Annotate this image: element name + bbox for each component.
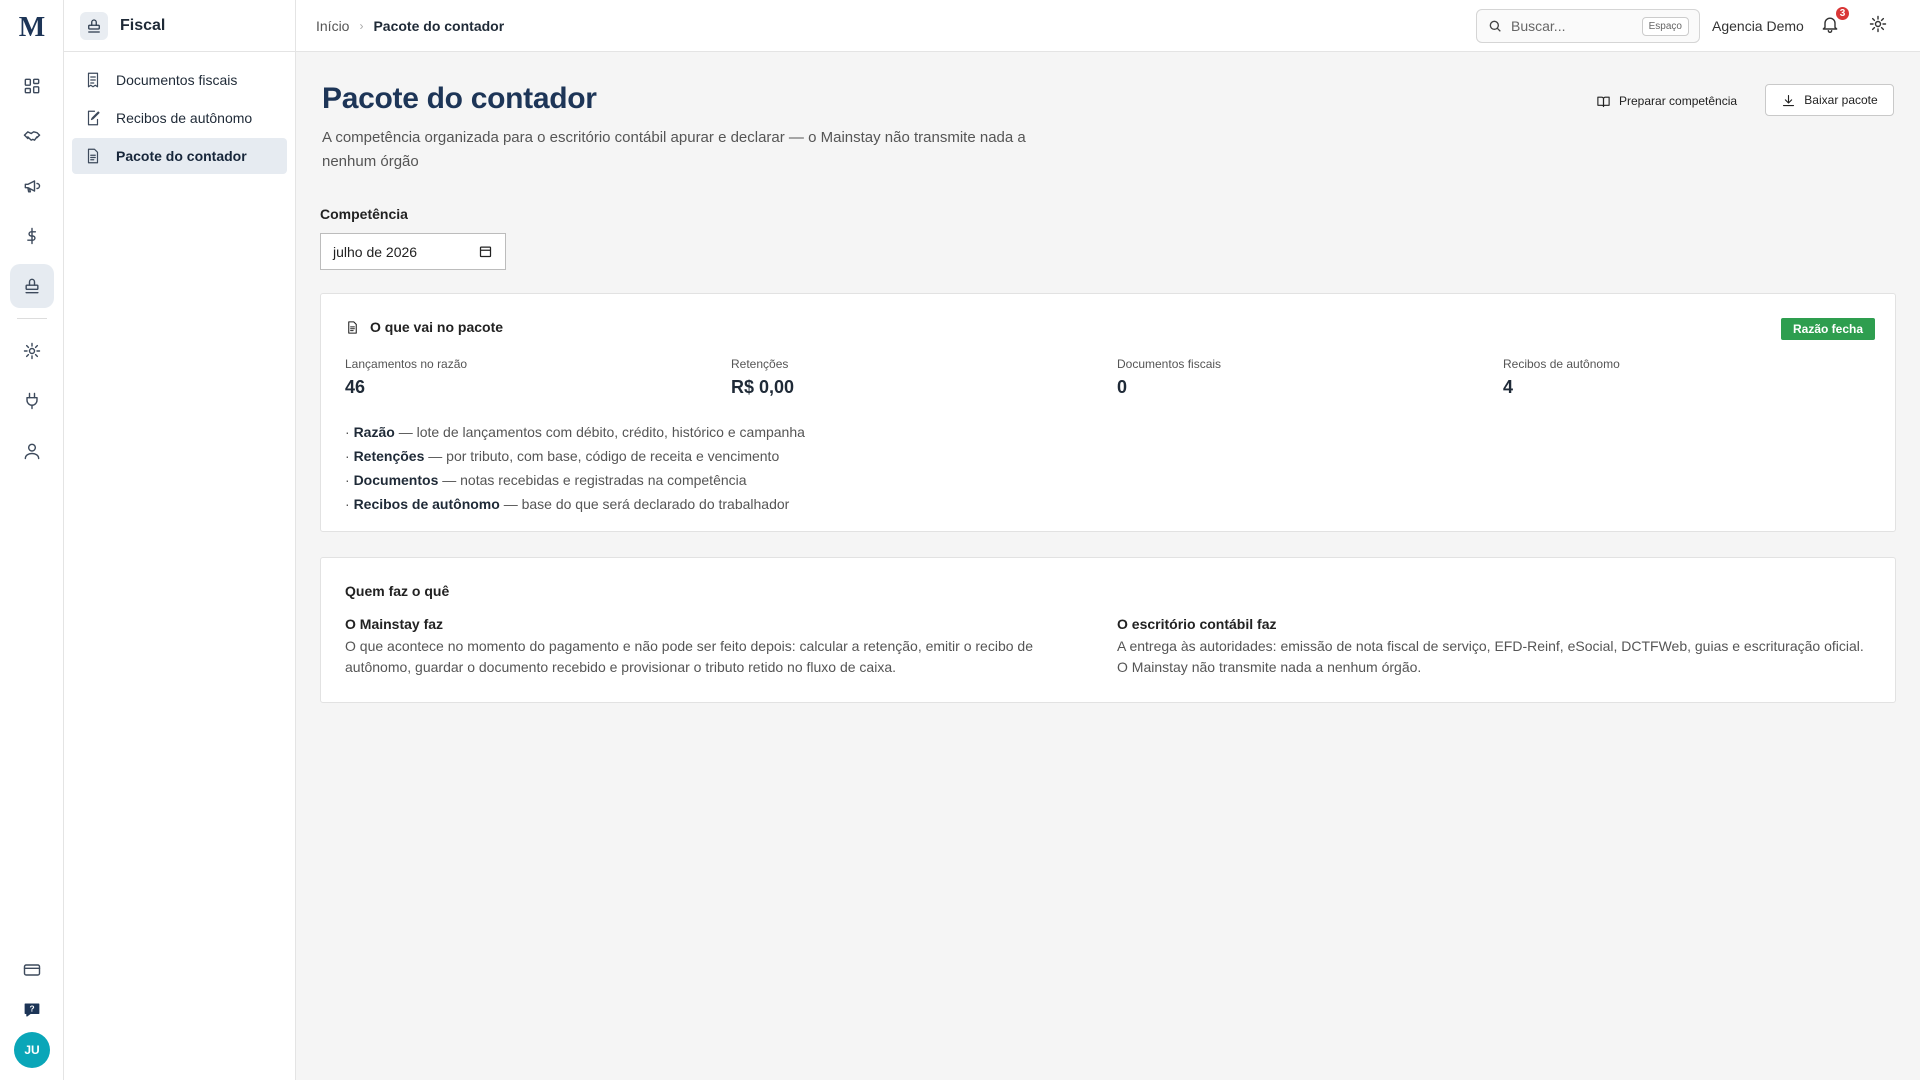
credit-card-icon[interactable] bbox=[10, 948, 54, 992]
svg-text:?: ? bbox=[29, 1004, 34, 1014]
download-icon bbox=[1783, 94, 1795, 106]
roles-card: Quem faz o quê O Mainstay faz O que acon… bbox=[320, 557, 1896, 703]
stat-label: Recibos de autônomo bbox=[1503, 357, 1620, 371]
file-icon bbox=[87, 148, 99, 164]
search-icon bbox=[1489, 20, 1501, 32]
search-input[interactable] bbox=[1511, 18, 1631, 34]
stamp-icon bbox=[80, 11, 108, 40]
stat-ledger-entries: Lançamentos no razão 46 bbox=[345, 357, 467, 398]
brand-logo[interactable]: M bbox=[16, 12, 48, 43]
search-shortcut: Espaço bbox=[1641, 16, 1689, 36]
list-item: · Recibos de autônomo — base do que será… bbox=[345, 496, 790, 512]
sidebar-header: Fiscal bbox=[64, 0, 295, 52]
rail-divider bbox=[17, 318, 47, 319]
stat-withholdings: Retenções R$ 0,00 bbox=[731, 357, 794, 398]
stat-value: 4 bbox=[1503, 377, 1514, 397]
breadcrumb: Início › Pacote do contador bbox=[316, 0, 504, 52]
status-badge: Razão fecha bbox=[1781, 318, 1876, 340]
file-icon bbox=[348, 320, 357, 334]
megaphone-icon[interactable] bbox=[10, 164, 54, 208]
receipt-icon bbox=[87, 72, 99, 88]
handshake-icon[interactable] bbox=[10, 114, 54, 158]
sidebar-title: Fiscal bbox=[120, 16, 166, 34]
breadcrumb-current: Pacote do contador bbox=[373, 18, 505, 34]
org-switcher[interactable]: Agencia Demo bbox=[1712, 0, 1804, 52]
accountant-role-column: O escritório contábil faz A entrega às a… bbox=[1117, 616, 1877, 678]
notifications-button[interactable]: 3 bbox=[1820, 5, 1851, 38]
avatar[interactable]: JU bbox=[14, 1032, 50, 1068]
dollar-icon[interactable] bbox=[10, 214, 54, 258]
calendar-icon bbox=[479, 246, 492, 258]
top-bar: Início › Pacote do contador Espaço Agenc… bbox=[296, 0, 1920, 52]
stamp-icon[interactable] bbox=[10, 264, 54, 308]
sidebar-item-label: Recibos de autônomo bbox=[116, 110, 253, 126]
gear-icon[interactable] bbox=[10, 329, 54, 373]
package-card-title-text: O que vai no pacote bbox=[370, 319, 504, 335]
stat-fiscal-documents: Documentos fiscais 0 bbox=[1117, 357, 1221, 398]
stat-value: R$ 0,00 bbox=[731, 377, 795, 397]
gear-icon bbox=[1869, 15, 1887, 33]
dashboard-icon[interactable] bbox=[10, 64, 54, 108]
sidebar-item-label: Pacote do contador bbox=[116, 148, 247, 164]
sidebar-item-documentos-fiscais[interactable]: Documentos fiscais bbox=[72, 62, 287, 98]
period-picker[interactable]: julho de 2026 bbox=[320, 233, 506, 270]
period-label: Competência bbox=[320, 206, 408, 222]
main-content: Pacote do contador A competência organiz… bbox=[296, 52, 1920, 1080]
period-value: julho de 2026 bbox=[333, 243, 418, 260]
user-icon[interactable] bbox=[10, 429, 54, 473]
sidebar-item-label: Documentos fiscais bbox=[116, 72, 238, 88]
stat-label: Documentos fiscais bbox=[1117, 357, 1222, 371]
download-package-label: Baixar pacote bbox=[1804, 93, 1878, 107]
column-heading: O escritório contábil faz bbox=[1117, 616, 1277, 632]
column-heading: O Mainstay faz bbox=[345, 616, 444, 632]
sidebar-nav: Documentos fiscais Recibos de autônomo P… bbox=[64, 52, 295, 186]
sidebar-item-recibos-de-autonomo[interactable]: Recibos de autônomo bbox=[72, 100, 287, 136]
svg-text:M: M bbox=[19, 12, 45, 40]
page-title: Pacote do contador bbox=[322, 82, 597, 115]
icon-rail: M ? JU bbox=[0, 0, 64, 1080]
stat-label: Retenções bbox=[731, 357, 789, 371]
page-subtitle: A competência organizada para o escritór… bbox=[322, 129, 1026, 170]
book-open-icon bbox=[1597, 96, 1610, 107]
column-text: A entrega às autoridades: emissão de not… bbox=[1117, 638, 1864, 675]
settings-button[interactable] bbox=[1868, 14, 1892, 38]
sidebar-item-pacote-do-contador[interactable]: Pacote do contador bbox=[72, 138, 287, 174]
prepare-period-label: Preparar competência bbox=[1619, 94, 1738, 108]
stat-value: 46 bbox=[345, 377, 366, 397]
stat-label: Lançamentos no razão bbox=[345, 357, 468, 371]
notification-badge: 3 bbox=[1834, 5, 1851, 22]
stat-value: 0 bbox=[1117, 377, 1128, 397]
package-card-title: O que vai no pacote bbox=[345, 319, 503, 335]
stat-freelancer-receipts: Recibos de autônomo 4 bbox=[1503, 357, 1620, 398]
breadcrumb-home[interactable]: Início bbox=[316, 18, 349, 34]
column-text: O que acontece no momento do pagamento e… bbox=[345, 638, 1033, 675]
section-sidebar: Fiscal Documentos fiscais Recibos de aut… bbox=[64, 0, 296, 1080]
package-contents-list: · Razão — lote de lançamentos com débito… bbox=[345, 420, 805, 516]
download-package-button[interactable]: Baixar pacote bbox=[1765, 84, 1894, 116]
mainstay-role-column: O Mainstay faz O que acontece no momento… bbox=[345, 616, 1065, 678]
edit-doc-icon bbox=[87, 110, 100, 126]
list-item: · Razão — lote de lançamentos com débito… bbox=[345, 424, 805, 440]
plug-icon[interactable] bbox=[10, 379, 54, 423]
help-icon[interactable]: ? bbox=[10, 988, 54, 1032]
roles-card-title: Quem faz o quê bbox=[345, 583, 450, 599]
chevron-right-icon: › bbox=[359, 19, 364, 33]
search-box[interactable]: Espaço bbox=[1476, 9, 1700, 43]
package-card: O que vai no pacote Razão fecha Lançamen… bbox=[320, 293, 1896, 532]
prepare-period-button[interactable]: Preparar competência bbox=[1596, 86, 1737, 116]
list-item: · Documentos — notas recebidas e registr… bbox=[345, 472, 747, 488]
list-item: · Retenções — por tributo, com base, cód… bbox=[345, 448, 780, 464]
